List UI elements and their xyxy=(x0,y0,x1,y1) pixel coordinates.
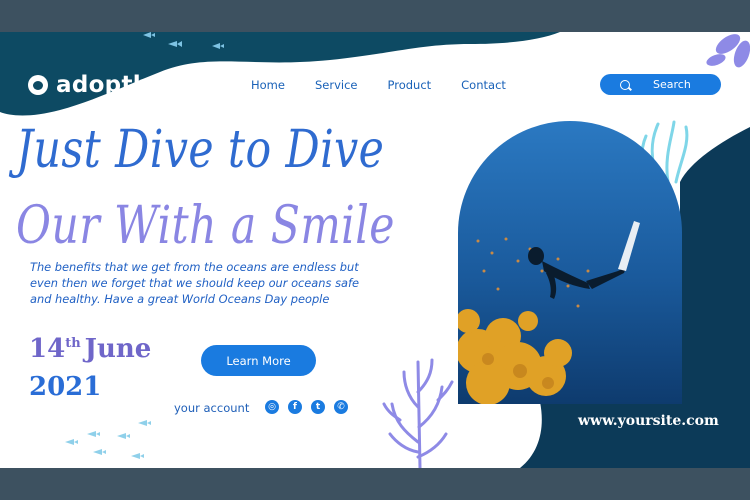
fish-school-bottom xyxy=(65,420,151,459)
main-nav: Home Service Product Contact xyxy=(251,78,536,92)
twitter-icon[interactable]: t xyxy=(311,400,325,414)
brand-logo[interactable]: adopth xyxy=(28,72,149,98)
landing-page: adopth Home Service Product Contact Sear… xyxy=(0,32,750,468)
search-button[interactable]: Search xyxy=(600,74,721,95)
event-day: 14 xyxy=(29,334,66,364)
event-date: 14th June xyxy=(29,334,151,364)
event-day-suffix: th xyxy=(65,336,81,351)
nav-home[interactable]: Home xyxy=(251,78,285,92)
event-month: June xyxy=(84,334,152,364)
bear-logo-icon xyxy=(28,75,48,95)
learn-more-button[interactable]: Learn More xyxy=(201,345,316,376)
account-label: your account xyxy=(174,401,250,415)
whatsapp-icon[interactable]: ✆ xyxy=(334,400,348,414)
headline-line-1: Just Dive to Dive xyxy=(16,120,385,180)
nav-contact[interactable]: Contact xyxy=(461,78,506,92)
search-icon xyxy=(620,79,630,90)
social-links: ◎ f t ✆ xyxy=(265,400,348,414)
event-year: 2021 xyxy=(29,372,102,402)
diver-photo xyxy=(458,121,682,404)
instagram-icon[interactable]: ◎ xyxy=(265,400,279,414)
coral-top-right xyxy=(706,34,750,68)
search-label: Search xyxy=(653,78,691,91)
nav-service[interactable]: Service xyxy=(315,78,358,92)
facebook-icon[interactable]: f xyxy=(288,400,302,414)
hero-description: The benefits that we get from the oceans… xyxy=(30,260,359,306)
nav-product[interactable]: Product xyxy=(387,78,431,92)
underwater-scene xyxy=(458,121,682,404)
headline-line-2: Our With a Smile xyxy=(16,196,395,256)
website-url[interactable]: www.yoursite.com xyxy=(578,413,719,429)
brand-name: adopth xyxy=(56,72,150,98)
coral-branch xyxy=(382,358,454,468)
